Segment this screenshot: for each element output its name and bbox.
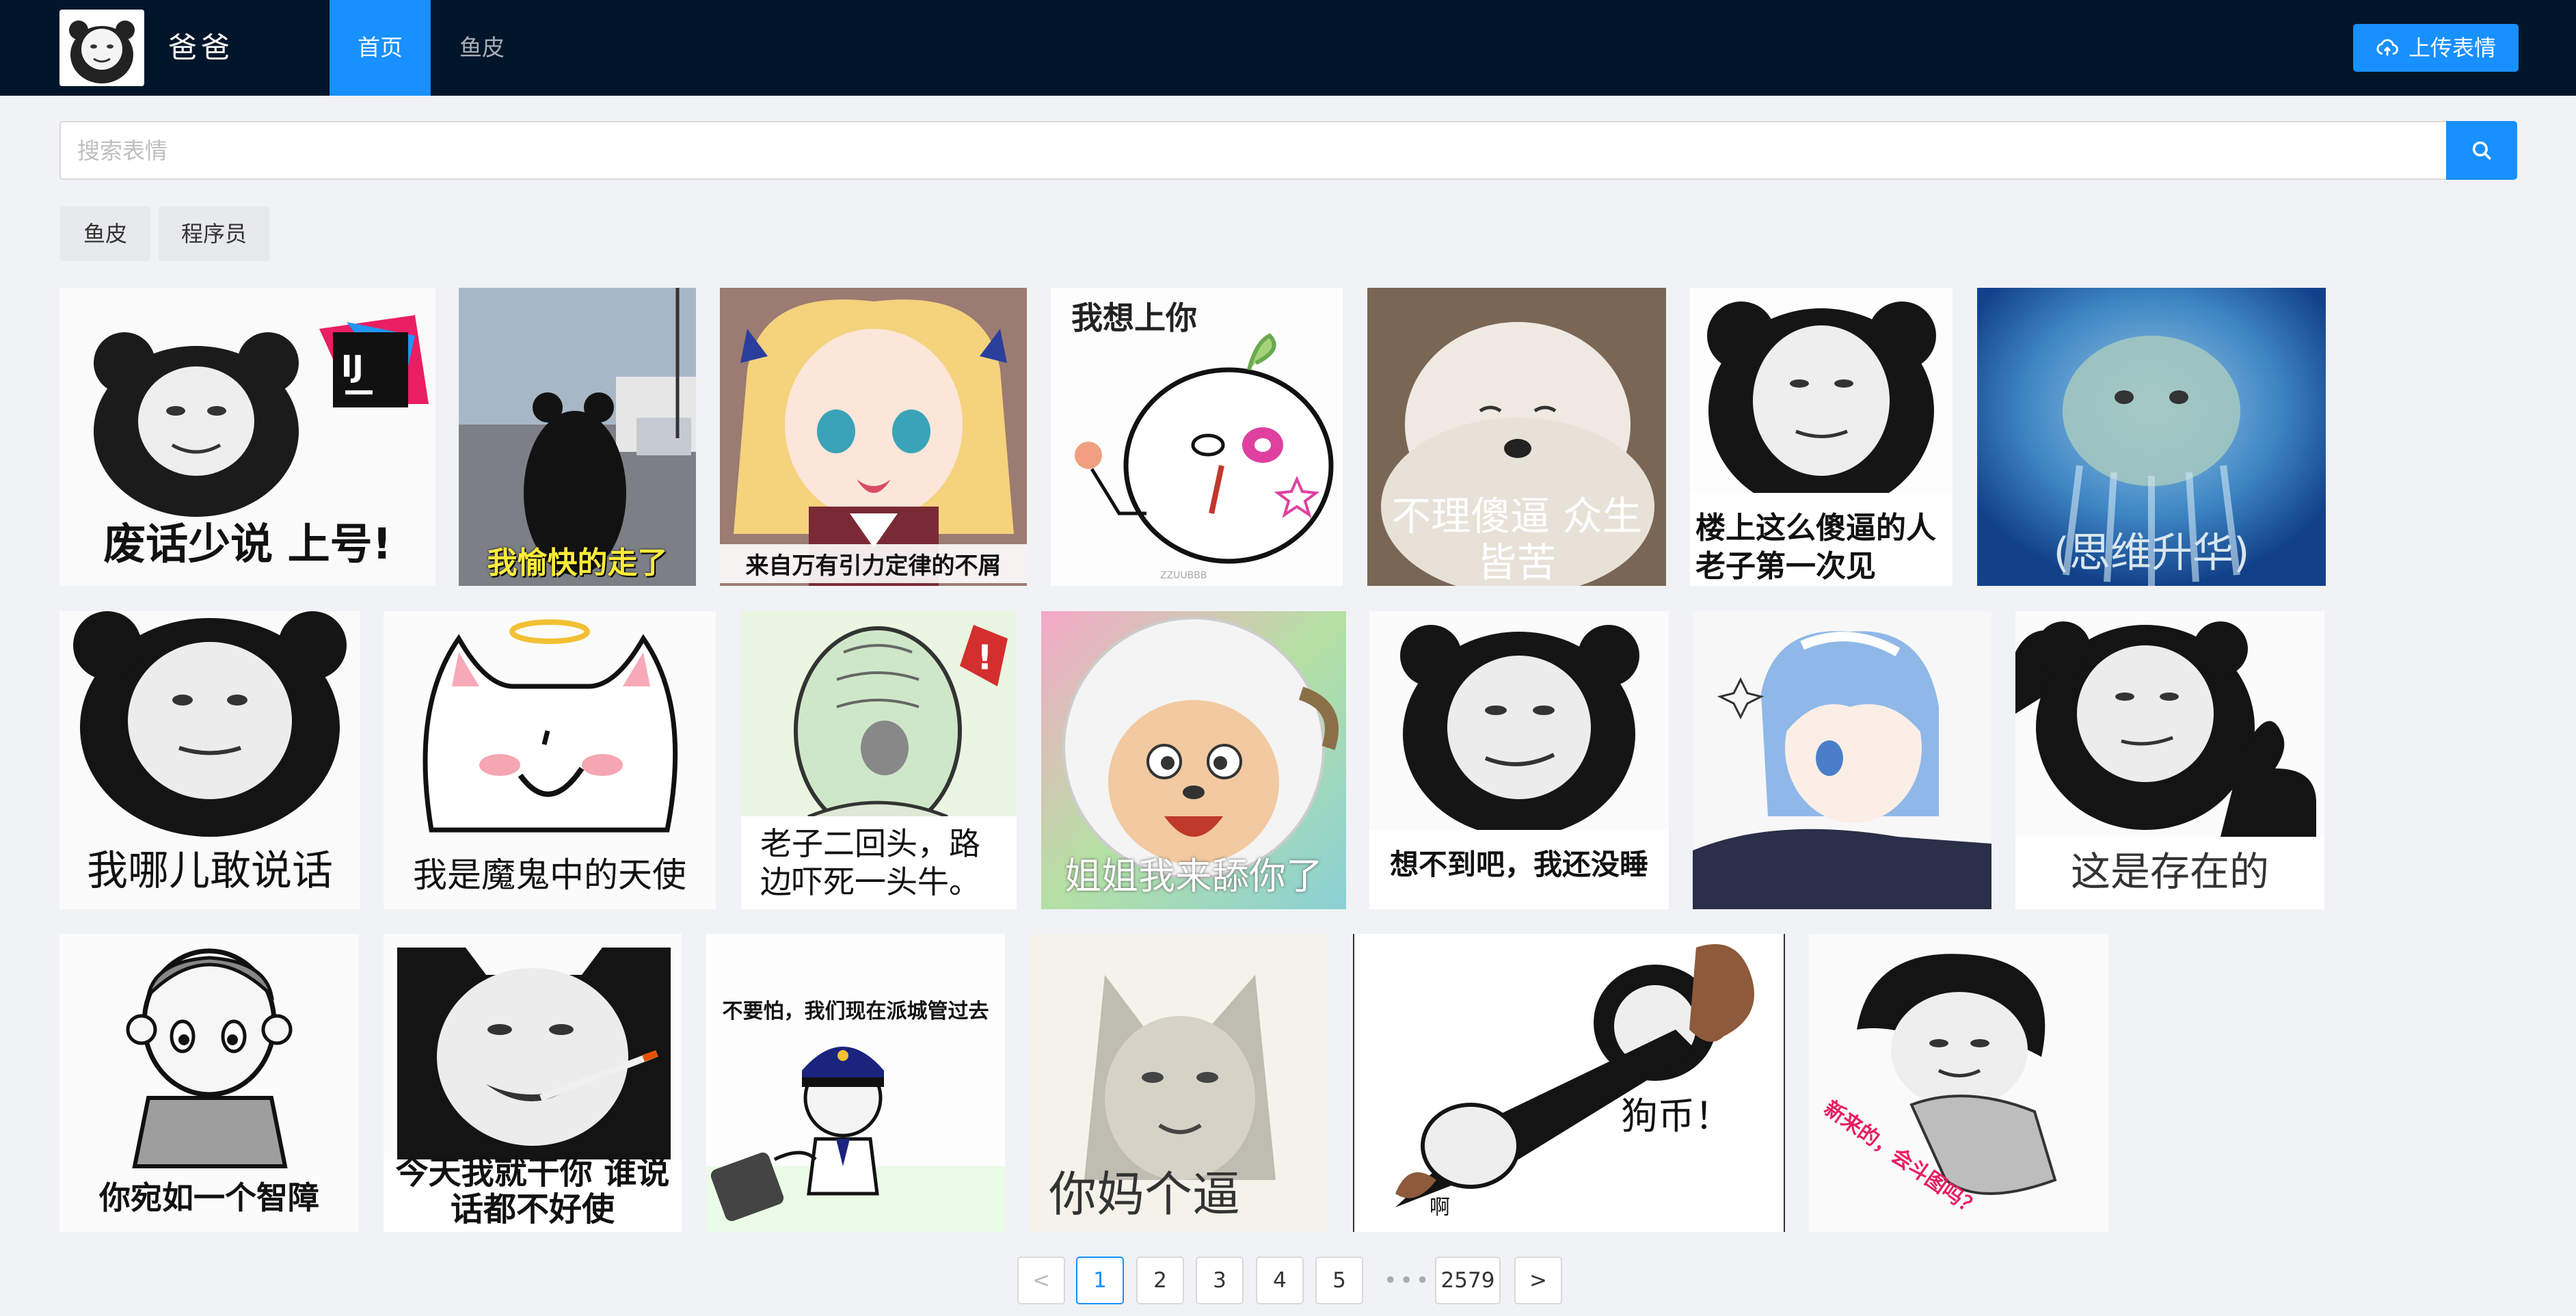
search-icon [2472,141,2492,161]
meme-caption: 姐姐我来舔你了 [1064,855,1323,898]
meme-caption: 我是魔鬼中的天使 [413,855,686,895]
meme-caption: 你宛如一个智障 [99,1179,319,1216]
meme-item[interactable]: 来自万有引力定律的不屑 [720,288,1027,586]
meme-caption: 楼上这么傻逼的人 老子第一次见 [1695,511,1936,584]
upload-label: 上传表情 [2408,35,2496,61]
meme-item[interactable]: 你妈个逼 [1030,934,1328,1232]
watermark-text: ZZUUBBB [1160,570,1207,581]
meme-item[interactable]: 想不到吧，我还没睡 [1369,611,1669,909]
meme-caption: 我想上你 [1071,299,1197,336]
meme-item[interactable] [1693,611,1991,909]
meme-item[interactable]: 不要怕，我们现在派城管过去 [706,934,1005,1232]
site-logo[interactable] [59,10,144,86]
meme-caption: 我愉快的走了 [487,546,668,580]
meme-caption: 不理傻逼 众生皆苦 [1391,493,1642,586]
meme-item[interactable]: 楼上这么傻逼的人 老子第一次见 [1690,288,1953,586]
meme-caption: (思维升华) [2053,529,2250,577]
badge-text: IJ [341,349,364,384]
meme-caption: 我哪儿敢说话 [87,847,333,895]
meme-item[interactable]: 新来的，会斗图吗？ [1809,934,2108,1232]
nav-home[interactable]: 首页 [330,0,431,96]
meme-caption: 这是存在的 [2070,848,2269,895]
next-page-button[interactable]: > [1514,1257,1562,1304]
chevron-left-icon: < [1032,1268,1050,1293]
doodle-face-icon: 我想上你 ZZUUBBB [1051,288,1343,586]
page-1[interactable]: 1 [1076,1257,1124,1304]
meme-caption: 今天我就干你 谁说话都不好使 [395,1153,670,1228]
search-button[interactable] [2446,121,2517,180]
meme-item[interactable]: 我是魔鬼中的天使 [384,611,716,909]
meme-caption: 你妈个逼 [1049,1166,1240,1222]
meme-item[interactable]: ! 老子二回头，路边吓死一头牛。 [741,611,1017,909]
chevron-right-icon: > [1529,1268,1547,1293]
svg-text:!: ! [977,638,993,677]
page-3[interactable]: 3 [1196,1257,1244,1304]
meme-caption: 废话少说 上号! [103,519,392,569]
meme-item[interactable]: 你宛如一个智障 [59,934,359,1232]
meme-item[interactable]: 我哪儿敢说话 [59,611,360,909]
meme-item[interactable]: 这是存在的 [2015,611,2324,909]
meme-item[interactable]: 狗币！ 啊 [1353,934,1785,1232]
meme-item[interactable]: 我想上你 ZZUUBBB [1051,288,1343,586]
meme-item[interactable]: 今天我就干你 谁说话都不好使 [384,934,682,1232]
meme-item[interactable]: (思维升华) [1977,288,2326,586]
prev-page-button[interactable]: < [1017,1257,1065,1304]
top-header: 爸爸 首页 鱼皮 上传表情 [0,0,2576,96]
search-input[interactable] [59,121,2463,180]
cloud-upload-icon [2376,39,2398,56]
pagination: < 1 2 3 4 5 ••• 2579 > [0,1257,2576,1304]
meme-item[interactable]: IJ 废话少说 上号! [59,288,435,586]
meme-caption: 想不到吧，我还没睡 [1389,848,1648,881]
pagination-ellipsis[interactable]: ••• [1384,1257,1432,1304]
meme-caption: 狗币！ [1621,1095,1732,1138]
mushroom-head-icon: 新来的，会斗图吗？ [1809,934,2108,1232]
meme-caption: 来自万有引力定律的不屑 [720,544,1027,583]
page-5[interactable]: 5 [1315,1257,1363,1304]
meme-item[interactable]: 我愉快的走了 [459,288,696,586]
nav-yupi[interactable]: 鱼皮 [431,0,533,96]
panda-gourd-icon: 狗币！ 啊 [1354,934,1784,1232]
police-icon [706,934,1005,1232]
upload-button[interactable]: 上传表情 [2353,24,2519,72]
meme-item[interactable]: 姐姐我来舔你了 [1041,611,1346,909]
page-4[interactable]: 4 [1256,1257,1304,1304]
meme-item[interactable]: 不理傻逼 众生皆苦 [1367,288,1666,586]
anime-girl-icon [720,288,1027,586]
meme-caption: 不要怕，我们现在派城管过去 [722,999,989,1023]
tag-programmer[interactable]: 程序员 [159,206,269,261]
anime-maid-icon [1693,611,1991,909]
meme-caption: 老子二回头，路边吓死一头牛。 [760,825,980,900]
tag-yupi[interactable]: 鱼皮 [60,206,150,261]
page-2[interactable]: 2 [1136,1257,1184,1304]
side-text: 啊 [1430,1196,1450,1220]
search-bar [59,121,2517,180]
site-name: 爸爸 [168,31,234,64]
page-last[interactable]: 2579 [1435,1257,1501,1304]
